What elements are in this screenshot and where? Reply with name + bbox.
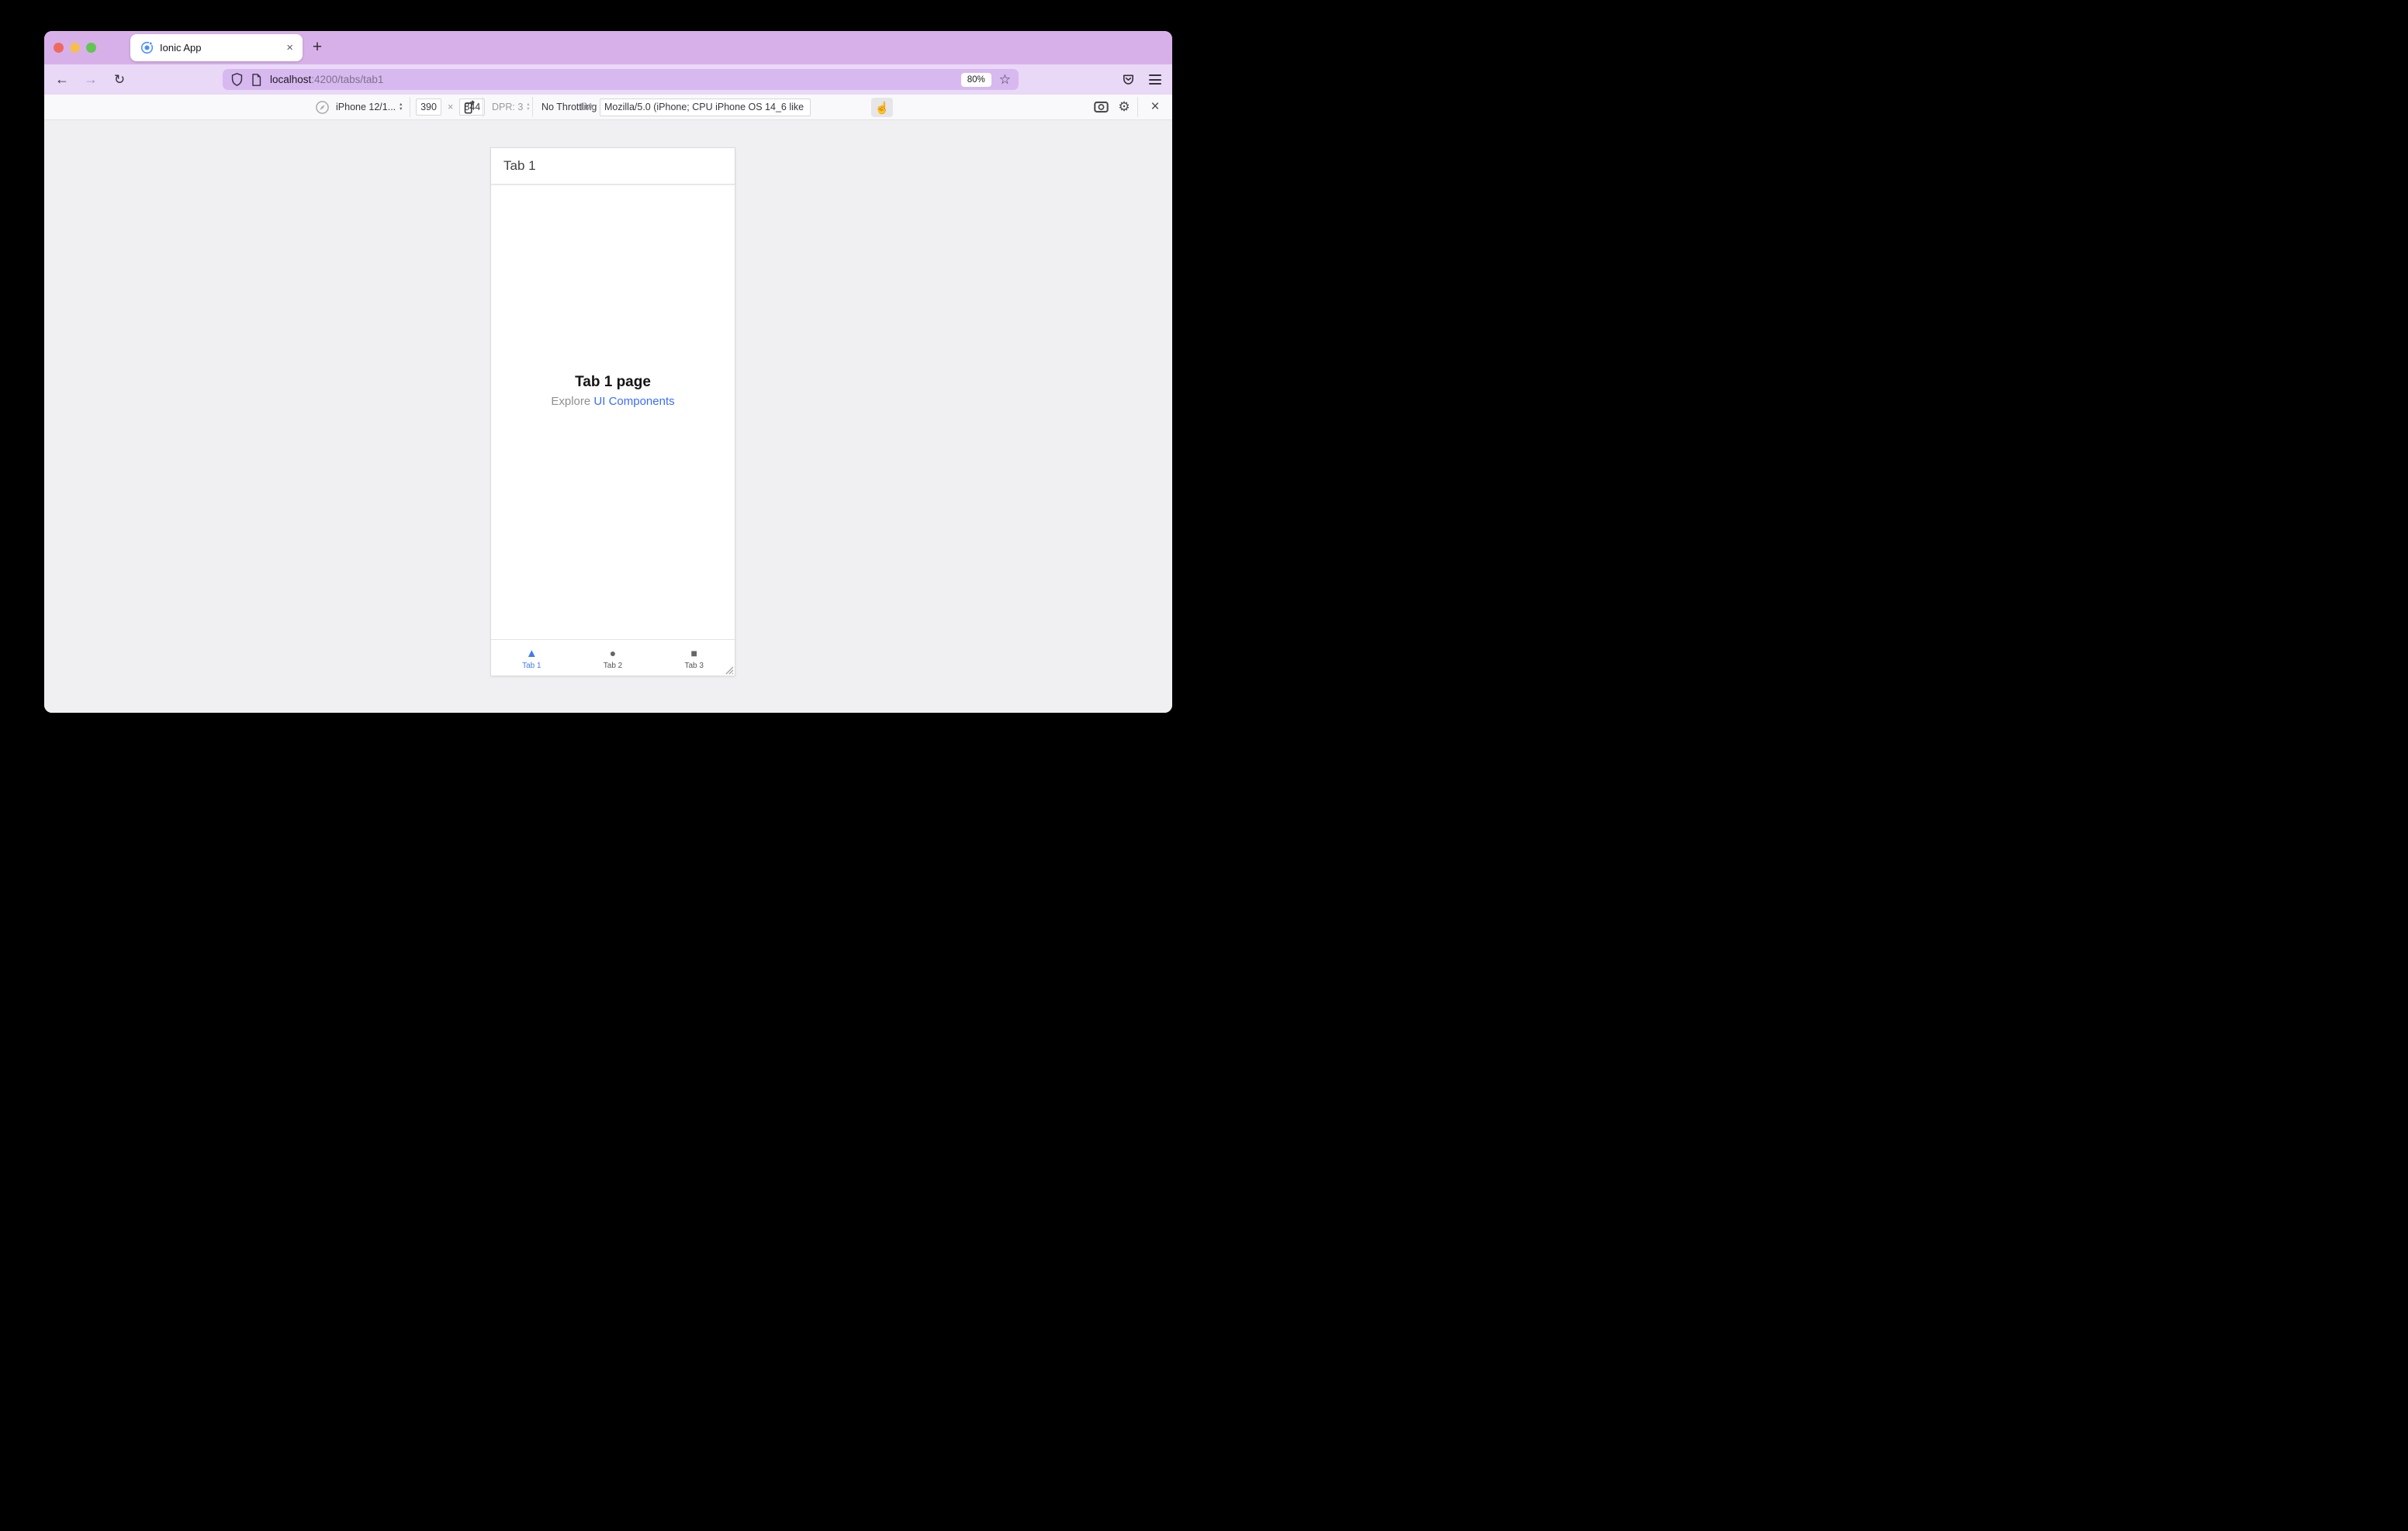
- pocket-icon[interactable]: [1118, 64, 1138, 95]
- tab-item-tab2[interactable]: ● Tab 2: [573, 640, 654, 676]
- explore-text: Explore: [551, 395, 594, 408]
- back-button[interactable]: ←: [50, 64, 74, 95]
- rdm-content-area: Tab 1 Tab 1 page Explore UI Components ▲…: [44, 120, 1172, 713]
- zoom-level-badge[interactable]: 80%: [960, 72, 991, 87]
- app-main-content: Tab 1 page Explore UI Components: [491, 185, 735, 639]
- settings-gear-icon[interactable]: ⚙: [1113, 95, 1135, 119]
- bookmark-star-icon[interactable]: ☆: [999, 73, 1011, 86]
- tab-title: Ionic App: [160, 42, 202, 54]
- tab-item-tab1[interactable]: ▲ Tab 1: [491, 640, 573, 676]
- dpr-label: DPR: 3: [492, 102, 524, 112]
- new-tab-button[interactable]: +: [306, 36, 328, 58]
- viewport-resize-handle[interactable]: [723, 664, 734, 675]
- tab-close-icon[interactable]: ×: [285, 41, 295, 54]
- device-selector-label: iPhone 12/1...: [336, 102, 396, 112]
- tab-item-label: Tab 3: [684, 661, 704, 670]
- hamburger-menu-icon[interactable]: [1145, 64, 1165, 95]
- user-agent-input[interactable]: [600, 98, 811, 116]
- url-text[interactable]: localhost:4200/tabs/tab1: [270, 74, 961, 85]
- device-status-icon: [315, 95, 330, 119]
- page-subtitle: Explore UI Components: [551, 395, 674, 408]
- window-titlebar: Ionic App × +: [44, 31, 1172, 64]
- dimensions-times-label: ×: [448, 102, 454, 112]
- ui-components-link[interactable]: UI Components: [593, 395, 674, 408]
- triangle-icon: ▲: [525, 646, 538, 660]
- app-tabbar: ▲ Tab 1 ● Tab 2 ■ Tab 3: [491, 639, 735, 676]
- close-rdm-icon[interactable]: ×: [1144, 95, 1166, 119]
- touch-simulation-toggle[interactable]: ☝: [871, 98, 893, 117]
- url-bar[interactable]: localhost:4200/tabs/tab1 80% ☆: [223, 69, 1019, 90]
- ua-label: UA:: [580, 102, 597, 112]
- page-info-icon[interactable]: [251, 73, 262, 87]
- circle-icon: ●: [609, 646, 617, 659]
- forward-button: →: [84, 71, 98, 87]
- tab-item-label: Tab 2: [603, 661, 623, 670]
- shield-permissions-icon[interactable]: [230, 72, 244, 87]
- screenshot-camera-icon[interactable]: [1090, 95, 1112, 119]
- close-window-button[interactable]: [54, 43, 64, 53]
- browser-tab-ionic-app[interactable]: Ionic App ×: [130, 34, 303, 61]
- responsive-design-toolbar: iPhone 12/1... ▴▾ × DPR: 3 ▴▾ No Throttl…: [44, 95, 1172, 120]
- square-icon: ■: [690, 646, 697, 659]
- device-viewport: Tab 1 Tab 1 page Explore UI Components ▲…: [490, 147, 735, 676]
- device-selector[interactable]: iPhone 12/1... ▴ ▾: [336, 95, 402, 119]
- device-selector-chevrons: ▴ ▾: [400, 102, 403, 112]
- maximize-window-button[interactable]: [86, 43, 96, 53]
- reload-button[interactable]: ↻: [108, 64, 131, 95]
- url-host: localhost: [270, 74, 312, 85]
- url-path: :4200/tabs/tab1: [311, 74, 384, 85]
- app-header-title: Tab 1: [503, 158, 536, 173]
- ionic-logo-icon: [140, 41, 154, 54]
- traffic-lights: [54, 43, 96, 53]
- browser-window: Ionic App × + ← → ↻ localhost:4200/tabs/…: [44, 31, 1172, 713]
- app-header: Tab 1: [491, 148, 735, 185]
- rotate-viewport-icon[interactable]: [462, 95, 477, 119]
- tab-item-label: Tab 1: [522, 661, 541, 670]
- page-title: Tab 1 page: [575, 374, 651, 390]
- minimize-window-button[interactable]: [70, 43, 80, 53]
- browser-navbar: ← → ↻ localhost:4200/tabs/tab1 80% ☆: [44, 64, 1172, 95]
- viewport-width-input[interactable]: [416, 98, 441, 116]
- dpr-selector: DPR: 3 ▴ ▾: [492, 102, 530, 112]
